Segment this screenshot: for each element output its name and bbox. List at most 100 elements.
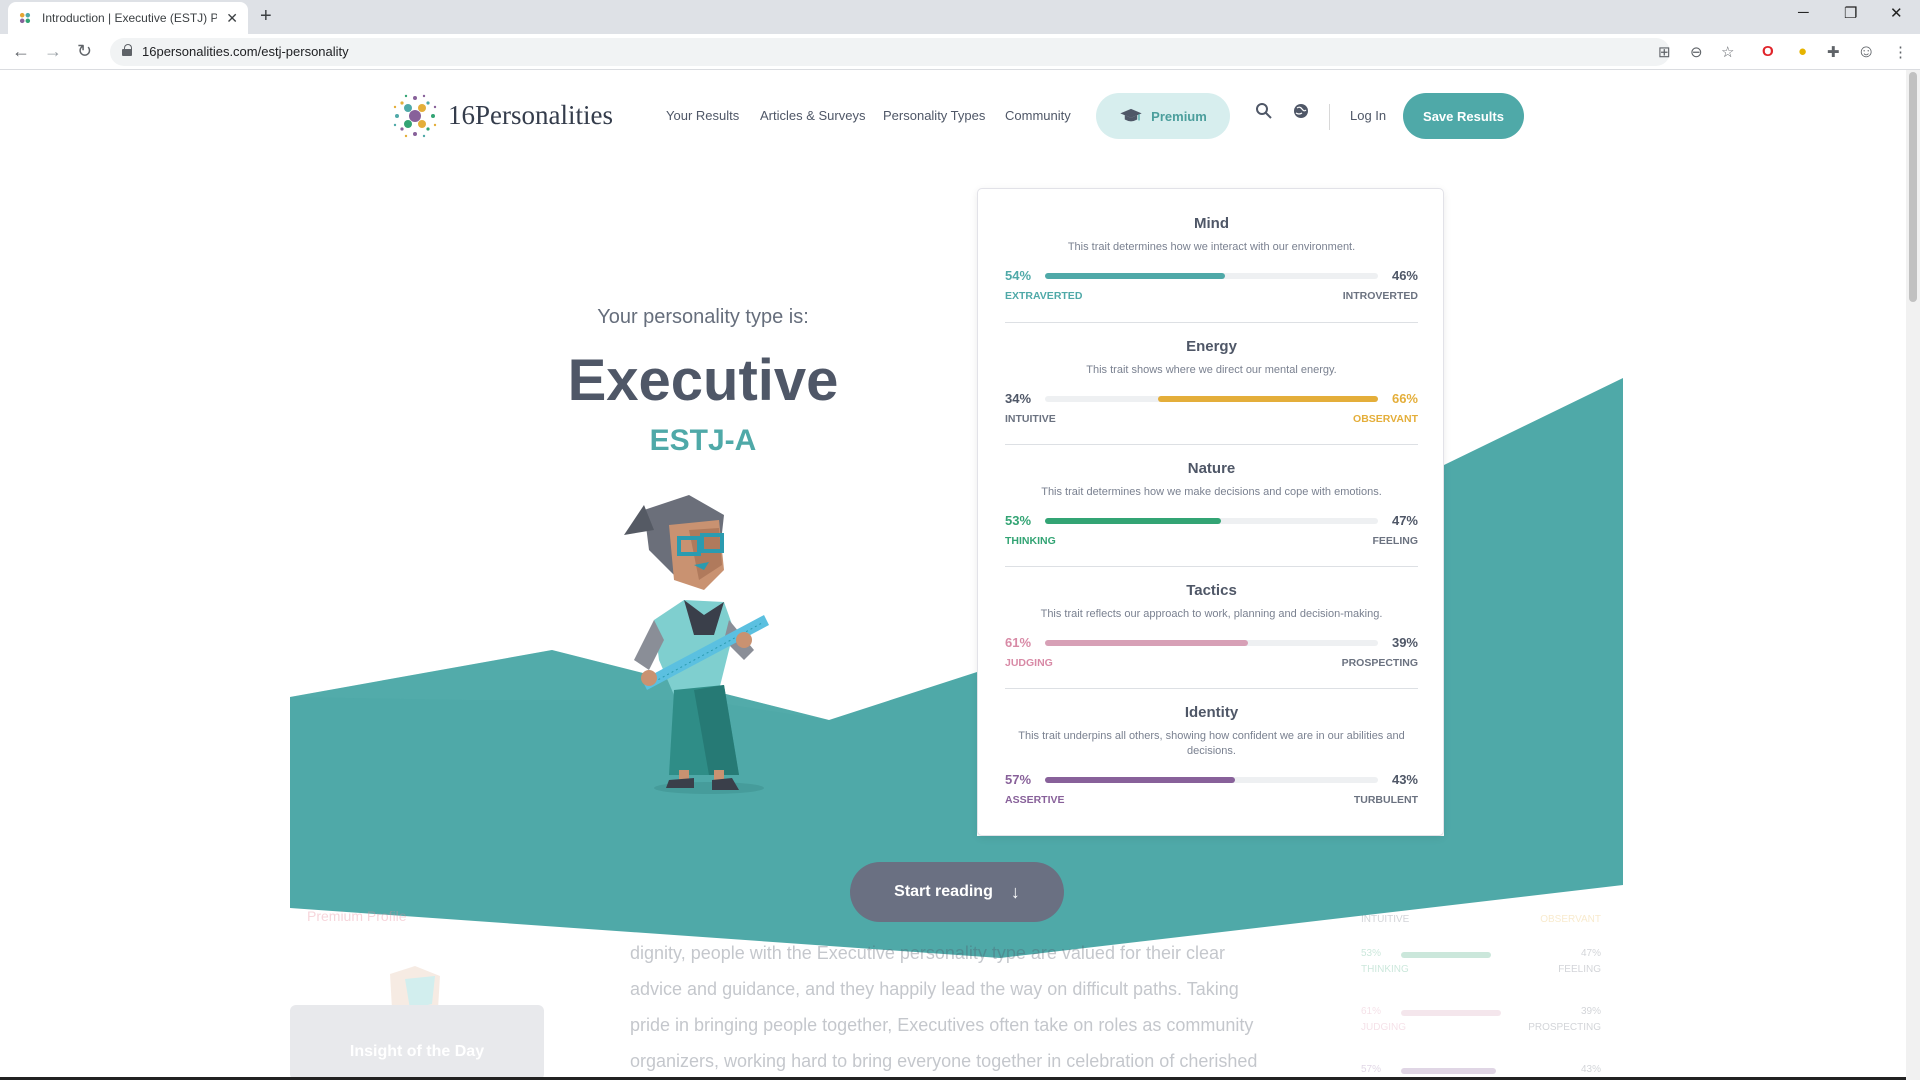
extensions-puzzle-icon[interactable]: ✚ — [1827, 43, 1840, 61]
trait-labels: THINKING FEELING — [1005, 535, 1418, 549]
tab-title: Introduction | Executive (ESTJ) Pe — [42, 11, 217, 25]
scrollbar-thumb[interactable] — [1909, 72, 1917, 302]
sidebar-right-label: PROSPECTING — [1528, 1022, 1601, 1033]
trait-right-percent: 47% — [1391, 513, 1418, 528]
premium-profile-label[interactable]: Premium Profile — [307, 908, 407, 924]
globe-icon[interactable] — [1292, 102, 1310, 125]
insight-of-the-day-label: Insight of the Day — [349, 1043, 485, 1060]
trait-divider — [1005, 688, 1418, 689]
bookmark-star-icon[interactable]: ☆ — [1721, 43, 1734, 61]
trait-left-percent: 53% — [1005, 513, 1032, 528]
trait-labels: ASSERTIVE TURBULENT — [1005, 794, 1418, 808]
sidebar-left-label: INTUITIVE — [1361, 914, 1410, 925]
start-reading-button[interactable]: Start reading ↓ — [850, 862, 1064, 922]
trait-right-label: PROSPECTING — [1341, 657, 1418, 669]
sidebar-trait-row: INTUITIVE OBSERVANT — [1361, 914, 1601, 944]
new-tab-icon[interactable]: + — [260, 5, 272, 28]
sidebar-left-pct: 57% — [1361, 1064, 1382, 1075]
trait-left-label: JUDGING — [1005, 657, 1053, 669]
opera-extension-icon[interactable]: O — [1762, 43, 1774, 60]
sidebar-trait-row: 53% 47% THINKING FEELING — [1361, 948, 1601, 978]
sidebar-right-pct: 43% — [1580, 1064, 1601, 1075]
trait-left-label: EXTRAVERTED — [1005, 290, 1083, 302]
trait-right-label: FEELING — [1372, 535, 1418, 547]
nav-personality-types[interactable]: Personality Types — [883, 108, 985, 123]
logo-dots-icon[interactable] — [391, 92, 439, 140]
browser-menu-icon[interactable]: ⋮ — [1893, 43, 1908, 61]
translate-icon[interactable]: ⊞ — [1658, 43, 1671, 61]
body-line: dignity, people with the Executive perso… — [630, 943, 1225, 963]
trait-bar-row: 53% 47% — [1005, 511, 1418, 531]
extension-badge-icon[interactable]: ● — [1798, 43, 1807, 60]
trait-bar-row: 54% 46% — [1005, 266, 1418, 286]
premium-button[interactable]: Premium — [1096, 93, 1230, 139]
type-code: ESTJ-A — [649, 424, 757, 457]
body-line: organizers, working hard to bring everyo… — [630, 1051, 1258, 1071]
trait-nature: Nature This trait determines how we make… — [1005, 460, 1418, 549]
sidebar-left-label: THINKING — [1361, 964, 1409, 975]
window-close-icon[interactable]: ✕ — [1890, 4, 1903, 22]
search-icon[interactable] — [1255, 102, 1273, 125]
trait-bar-row: 57% 43% — [1005, 770, 1418, 790]
profile-avatar-icon[interactable]: ☺ — [1857, 41, 1875, 62]
trait-title: Energy — [1186, 338, 1237, 355]
trait-labels: EXTRAVERTED INTROVERTED — [1005, 290, 1418, 304]
sidebar-left-pct: 61% — [1361, 1006, 1382, 1017]
trait-tactics: Tactics This trait reflects our approach… — [1005, 582, 1418, 671]
trait-bar-fill — [1045, 273, 1225, 279]
trait-mind: Mind This trait determines how we intera… — [1005, 215, 1418, 304]
trait-left-percent: 34% — [1005, 391, 1032, 406]
trait-energy: Energy This trait shows where we direct … — [1005, 338, 1418, 427]
nav-articles-surveys[interactable]: Articles & Surveys — [760, 108, 865, 123]
trait-title: Nature — [1187, 460, 1236, 477]
body-line: advice and guidance, and they happily le… — [630, 979, 1239, 999]
minimize-icon[interactable]: ─ — [1798, 4, 1809, 21]
login-link[interactable]: Log In — [1350, 108, 1386, 123]
type-name-heading: Executive — [567, 348, 839, 413]
profile-body-text: dignity, people with the Executive perso… — [630, 935, 1270, 1079]
sidebar-bar — [1401, 1010, 1501, 1016]
start-reading-label: Start reading — [894, 883, 993, 900]
trait-bar-track — [1045, 640, 1378, 646]
back-icon[interactable]: ← — [12, 41, 30, 62]
trait-bar-fill — [1158, 396, 1378, 402]
restore-icon[interactable]: ❐ — [1844, 4, 1857, 22]
sidebar-bar — [1401, 1068, 1496, 1074]
trait-bar-track — [1045, 777, 1378, 783]
trait-description: This trait determines how we interact wi… — [1067, 241, 1356, 253]
body-line: pride in bringing people together, Execu… — [630, 1015, 1254, 1035]
trait-right-label: TURBULENT — [1353, 794, 1418, 806]
graduation-cap-icon — [1120, 108, 1142, 122]
trait-description: This trait reflects our approach to work… — [1040, 608, 1383, 620]
trait-left-percent: 61% — [1005, 635, 1032, 650]
lock-icon — [122, 44, 132, 56]
arrow-down-icon: ↓ — [1010, 881, 1020, 902]
logo-text[interactable]: 16Personalities — [448, 100, 613, 131]
trait-identity: Identity This trait underpins all others… — [1005, 704, 1418, 808]
forward-icon[interactable]: → — [44, 41, 62, 62]
trait-description: This trait determines how we make decisi… — [1041, 486, 1382, 498]
trait-right-percent: 39% — [1391, 635, 1418, 650]
sidebar-trait-summary: INTUITIVE OBSERVANT 53% 47% THINKING FEE… — [1345, 880, 1607, 1080]
sidebar-right-label: OBSERVANT — [1540, 914, 1601, 925]
sidebar-left-pct: 53% — [1361, 948, 1382, 959]
trait-results-card: Mind This trait determines how we intera… — [977, 188, 1444, 836]
trait-bar-track — [1045, 396, 1378, 402]
trait-bar-track — [1045, 518, 1378, 524]
sidebar-left-label: JUDGING — [1361, 1022, 1406, 1033]
trait-description: This trait underpins all others, showing… — [1018, 730, 1405, 757]
trait-right-percent: 43% — [1391, 772, 1418, 787]
trait-bar-fill — [1045, 777, 1235, 783]
browser-tab[interactable]: Introduction | Executive (ESTJ) Pe ✕ — [8, 2, 248, 34]
tab-close-icon[interactable]: ✕ — [226, 10, 238, 27]
nav-your-results[interactable]: Your Results — [666, 108, 739, 123]
address-bar[interactable]: 16personalities.com/estj-personality — [110, 38, 1670, 66]
trait-title: Mind — [1194, 215, 1229, 232]
zoom-icon[interactable]: ⊖ — [1690, 43, 1703, 61]
save-results-button[interactable]: Save Results — [1403, 93, 1524, 139]
nav-community[interactable]: Community — [1005, 108, 1071, 123]
trait-left-label: ASSERTIVE — [1005, 794, 1065, 806]
reload-icon[interactable]: ↻ — [77, 41, 92, 62]
page-scrollbar[interactable] — [1906, 70, 1920, 1080]
site-favicon-icon — [18, 11, 32, 25]
